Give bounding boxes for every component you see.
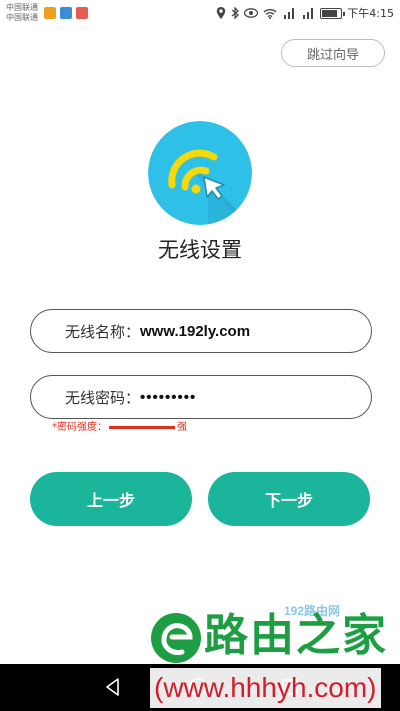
watermark-url: (www.hhhyh.com) [150, 668, 381, 708]
password-strength: *密码强度： 强 [52, 418, 187, 433]
bluetooth-icon [231, 7, 240, 19]
password-value[interactable]: ••••••••• [140, 389, 196, 406]
password-label: 无线密码： [65, 388, 141, 407]
clock: 下午4:15 [347, 7, 394, 20]
status-bar: 中国联通 中国联通 下午4:15 [0, 0, 400, 26]
ssid-value[interactable]: www.192ly.com [140, 323, 250, 340]
battery-level [322, 9, 337, 17]
prev-step-button[interactable]: 上一步 [30, 472, 192, 526]
page-title: 无线设置 [158, 238, 242, 262]
location-icon [217, 7, 226, 19]
4g-signal-icon [284, 8, 295, 19]
battery-icon [320, 7, 346, 19]
password-field[interactable]: 无线密码： ••••••••• [30, 375, 372, 419]
next-step-button[interactable]: 下一步 [208, 472, 370, 526]
notification-icons [44, 7, 88, 19]
eye-icon [244, 8, 259, 18]
weibo-icon [44, 7, 56, 19]
carrier-info: 中国联通 中国联通 [6, 3, 38, 23]
telegram-icon [60, 7, 72, 19]
skip-wizard-button[interactable]: 跳过向导 [281, 39, 385, 67]
carrier-1: 中国联通 [6, 3, 38, 12]
back-icon[interactable] [103, 677, 123, 697]
screen: 中国联通 中国联通 下午4:15 跳过向导 无线设置 无线名称： www.192… [0, 0, 400, 711]
strength-label: *密码强度： [52, 422, 107, 433]
signal-icon [303, 8, 314, 19]
wifi-icon [263, 8, 277, 19]
app-icon [76, 7, 88, 19]
watermark-brand: 路由之家 [204, 610, 388, 661]
status-icons: 下午4:15 [216, 5, 394, 21]
strength-level: 强 [177, 422, 187, 433]
carrier-2: 中国联通 [6, 13, 38, 22]
ssid-label: 无线名称： [65, 322, 141, 341]
wifi-cursor-icon [148, 121, 252, 225]
strength-bar [109, 426, 175, 429]
watermark-logo-icon [150, 612, 202, 664]
ssid-field[interactable]: 无线名称： www.192ly.com [30, 309, 372, 353]
